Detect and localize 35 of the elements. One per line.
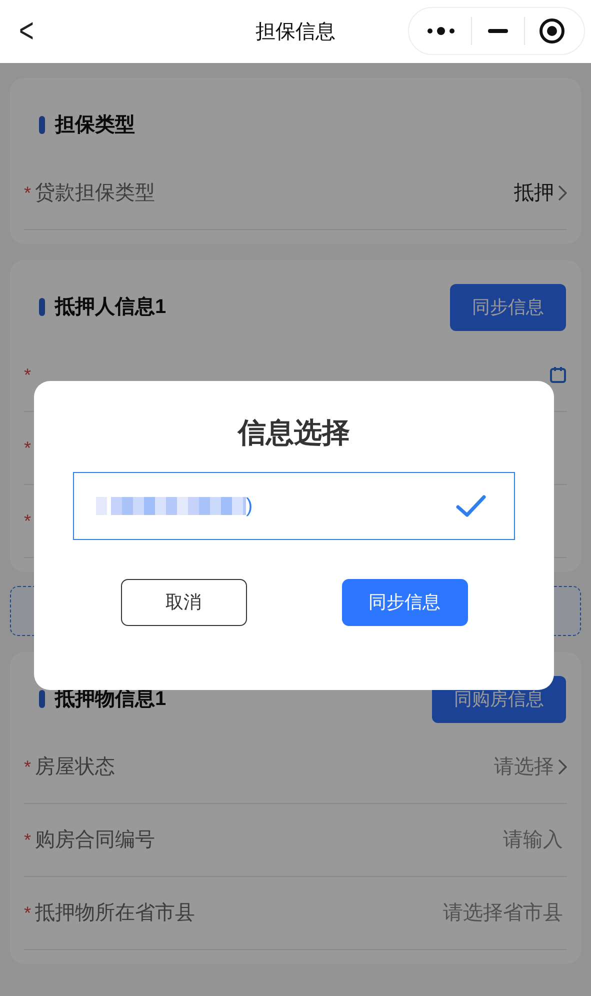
- accent-bar-icon: [39, 690, 45, 708]
- input-field[interactable]: 请输入: [503, 825, 563, 855]
- select-field[interactable]: 请选择省市县: [443, 898, 563, 928]
- chevron-right-icon: [558, 759, 567, 775]
- field-label: 房屋状态: [35, 755, 116, 780]
- minimize-icon[interactable]: [488, 29, 508, 33]
- more-icon[interactable]: [426, 26, 456, 36]
- field-label: 抵押物所在省市县: [35, 901, 196, 926]
- required-mark: *: [24, 510, 32, 532]
- option-text: ): [246, 494, 253, 519]
- chevron-right-icon: [558, 185, 567, 201]
- confirm-button[interactable]: 同步信息: [342, 579, 468, 626]
- required-mark: *: [24, 364, 32, 386]
- accent-bar-icon: [39, 298, 45, 316]
- check-icon: [456, 495, 486, 517]
- page-title: 担保信息: [256, 20, 336, 44]
- section-title: 抵押人信息1: [55, 295, 168, 320]
- field-label: 购房合同编号: [35, 828, 156, 853]
- accent-bar-icon: [39, 116, 45, 134]
- required-mark: *: [24, 902, 32, 924]
- section-title: 抵押物信息1: [55, 687, 168, 712]
- cancel-button[interactable]: 取消: [120, 579, 246, 626]
- field-value[interactable]: 抵押: [514, 178, 554, 208]
- required-mark: *: [24, 436, 32, 460]
- required-mark: *: [24, 182, 32, 204]
- required-mark: *: [24, 756, 32, 778]
- dialog-title: 信息选择: [238, 419, 350, 447]
- calendar-icon: [549, 366, 567, 384]
- option-item[interactable]: ): [73, 472, 515, 540]
- required-mark: *: [24, 828, 32, 852]
- select-field[interactable]: 请选择: [494, 752, 554, 782]
- back-button[interactable]: <: [19, 6, 37, 57]
- field-label: 贷款担保类型: [35, 181, 156, 206]
- section-title: 担保类型: [55, 113, 136, 138]
- sync-button[interactable]: 同步信息: [450, 284, 566, 330]
